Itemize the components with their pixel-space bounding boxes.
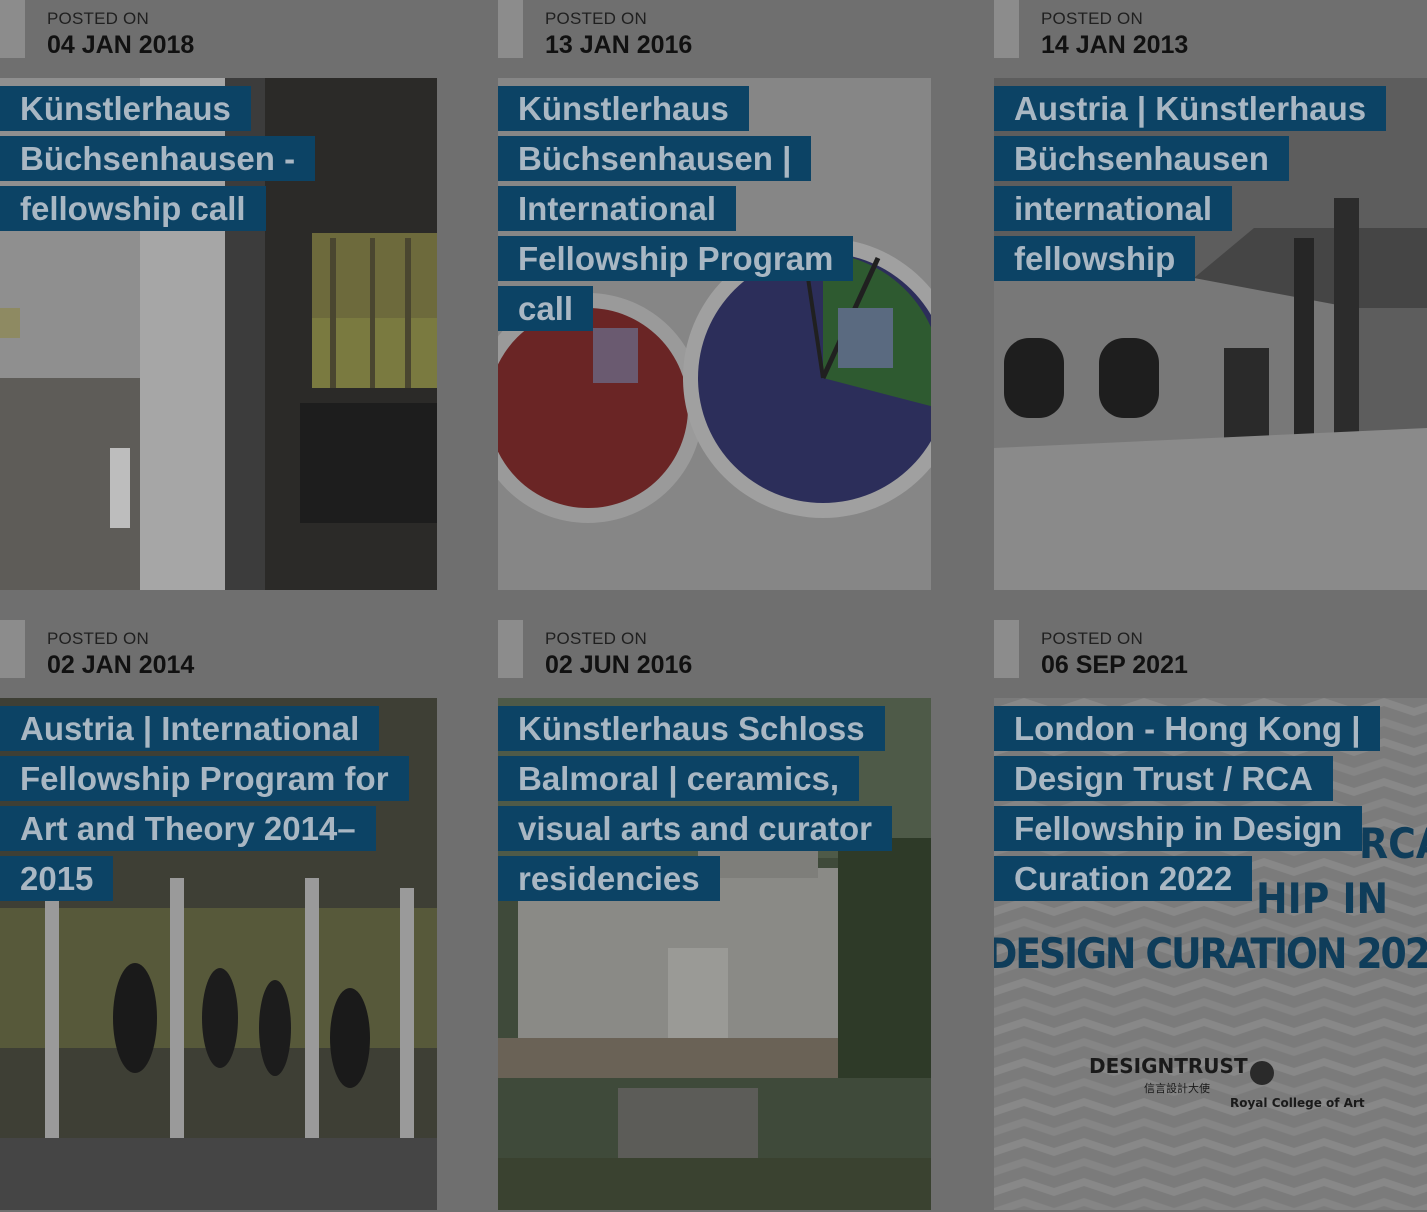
post-date: 04 JAN 2018 [47, 31, 195, 59]
rca-logo: Royal College of Art [1230, 1096, 1365, 1110]
post-meta: POSTED ON 04 JAN 2018 [0, 0, 437, 78]
date-accent-bar [0, 0, 25, 58]
date-accent-bar [498, 620, 523, 678]
design-trust-logo-sub: 信言設計大使 [1144, 1081, 1210, 1095]
rca-crest-icon [1250, 1061, 1274, 1085]
post-meta: POSTED ON 02 JAN 2014 [0, 620, 437, 698]
posted-on-label: POSTED ON [545, 629, 647, 648]
post-thumbnail[interactable]: Künstlerhaus Büchsenhausen | Internation… [498, 78, 931, 590]
date-accent-bar [994, 0, 1019, 58]
post-date: 02 JUN 2016 [545, 651, 693, 679]
posted-on-label: POSTED ON [1041, 629, 1143, 648]
post-card[interactable]: POSTED ON 02 JAN 2014 Austria | Internat… [0, 620, 437, 1210]
post-thumbnail[interactable]: Künstlerhaus Büchsenhausen - fellowship … [0, 78, 437, 590]
poster-text-line3: DESIGN CURATION 202 [994, 929, 1427, 978]
posted-on-label: POSTED ON [545, 9, 647, 28]
date-accent-bar [498, 0, 523, 58]
posted-on-label: POSTED ON [47, 629, 149, 648]
post-thumbnail[interactable]: RCA HIP IN DESIGN CURATION 202 DESIGNTRU… [994, 698, 1427, 1210]
post-thumbnail[interactable]: Austria | Künstlerhaus Büchsenhausen int… [994, 78, 1427, 590]
post-title[interactable]: Künstlerhaus Schloss Balmoral | ceramics… [498, 704, 893, 904]
post-card[interactable]: POSTED ON 02 JUN 2016 Künstlerhaus Schlo… [498, 620, 935, 1210]
post-date: 14 JAN 2013 [1041, 31, 1189, 59]
post-meta: POSTED ON 14 JAN 2013 [994, 0, 1427, 78]
post-card[interactable]: POSTED ON 04 JAN 2018 Künstlerhaus Büchs… [0, 0, 437, 590]
post-title[interactable]: London - Hong Kong | Design Trust / RCA … [994, 704, 1389, 904]
date-accent-bar [994, 620, 1019, 678]
design-trust-logo: DESIGNTRUST [1089, 1054, 1248, 1078]
post-thumbnail[interactable]: Austria | International Fellowship Progr… [0, 698, 437, 1210]
post-title[interactable]: Austria | Künstlerhaus Büchsenhausen int… [994, 84, 1389, 284]
post-date: 06 SEP 2021 [1041, 651, 1188, 679]
post-date: 13 JAN 2016 [545, 31, 693, 59]
posted-on-label: POSTED ON [47, 9, 149, 28]
post-title[interactable]: Künstlerhaus Büchsenhausen - fellowship … [0, 84, 395, 234]
post-title[interactable]: Künstlerhaus Büchsenhausen | Internation… [498, 84, 893, 334]
post-meta: POSTED ON 02 JUN 2016 [498, 620, 935, 698]
post-card[interactable]: POSTED ON 14 JAN 2013 Austria | Künstler… [994, 0, 1427, 590]
post-card[interactable]: POSTED ON 06 SEP 2021 RCA HIP IN DESIGN … [994, 620, 1427, 1210]
post-title[interactable]: Austria | International Fellowship Progr… [0, 704, 409, 904]
post-meta: POSTED ON 13 JAN 2016 [498, 0, 935, 78]
post-card[interactable]: POSTED ON 13 JAN 2016 Künstlerhaus Büchs… [498, 0, 935, 590]
post-date: 02 JAN 2014 [47, 651, 195, 679]
posted-on-label: POSTED ON [1041, 9, 1143, 28]
date-accent-bar [0, 620, 25, 678]
post-thumbnail[interactable]: Künstlerhaus Schloss Balmoral | ceramics… [498, 698, 931, 1210]
post-meta: POSTED ON 06 SEP 2021 [994, 620, 1427, 698]
